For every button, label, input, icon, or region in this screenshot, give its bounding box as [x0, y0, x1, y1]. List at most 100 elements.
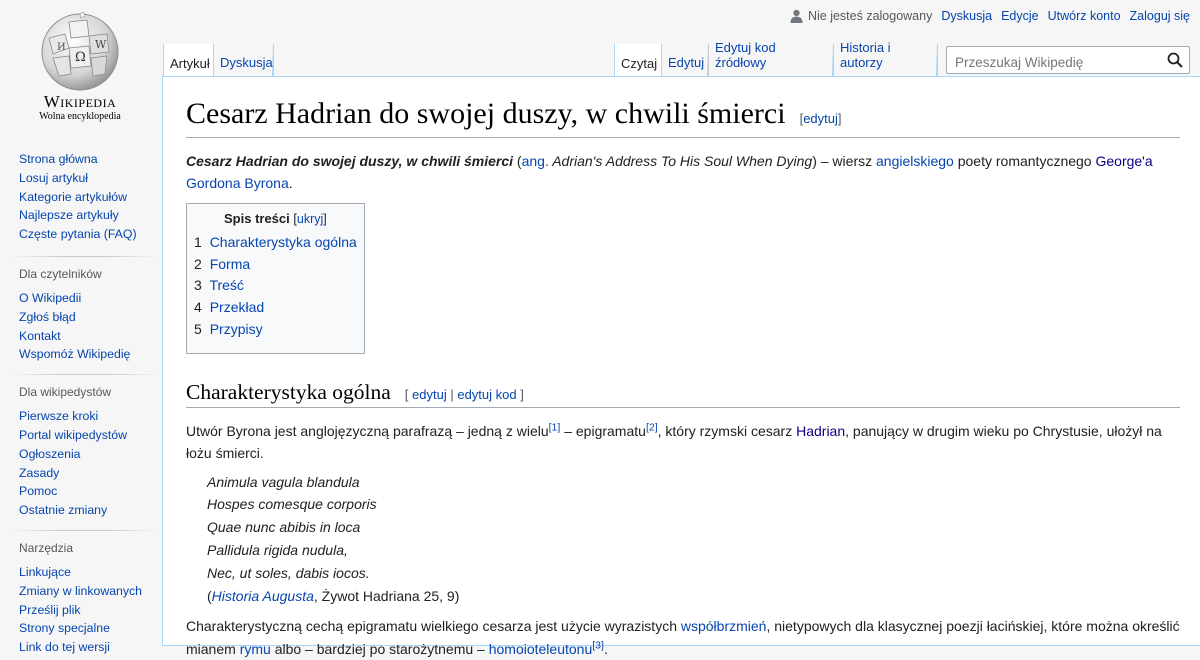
personal-talk-link[interactable]: Dyskusja — [941, 9, 992, 23]
sidebar-item-faq[interactable]: Częste pytania (FAQ) — [19, 225, 160, 244]
wikipedia-globe-icon: Ω W И — [41, 11, 119, 91]
paragraph-text: – epigramatu — [560, 422, 646, 439]
logo-tagline: Wolna encyklopedia — [39, 111, 121, 122]
tab-edit-source[interactable]: Edytuj kod źródłowy — [709, 40, 834, 76]
tab-edit[interactable]: Edytuj — [662, 44, 709, 76]
toc-item[interactable]: 3 Treść — [194, 275, 357, 297]
toc-toggle-link[interactable]: ukryj — [297, 212, 323, 226]
page-title-text: Cesarz Hadrian do swojej duszy, w chwili… — [186, 97, 786, 130]
sidebar-item-policies[interactable]: Zasady — [19, 464, 160, 483]
consonance-link[interactable]: współbrzmień — [681, 618, 767, 634]
intro-paragraph: Cesarz Hadrian do swojej duszy, w chwili… — [186, 150, 1180, 195]
lang-link[interactable]: ang. — [522, 153, 549, 169]
tab-article[interactable]: Artykuł — [163, 44, 213, 77]
rhyme-link[interactable]: rymu — [240, 641, 271, 657]
sidebar-divider — [10, 255, 160, 257]
original-title: Adrian's Address To His Soul When Dying — [548, 153, 813, 169]
user-icon — [790, 9, 803, 23]
sidebar-tools: Narzędzia Linkujące Zmiany w linkowanych… — [19, 541, 160, 657]
logo-wordmark: Wikipedia — [43, 92, 117, 111]
search-input[interactable] — [953, 51, 1162, 73]
sidebar-item-report-error[interactable]: Zgłoś błąd — [19, 308, 160, 327]
reference-link[interactable]: [2] — [646, 421, 658, 433]
tab-edit-label: Edytuj — [668, 55, 705, 70]
personal-contributions-link[interactable]: Edycje — [1001, 9, 1039, 23]
sidebar-item-what-links-here[interactable]: Linkujące — [19, 563, 160, 582]
sidebar-item-community-portal[interactable]: Portal wikipedystów — [19, 426, 160, 445]
paragraph-text: albo – bardziej po starożytnemu – — [270, 640, 489, 657]
sidebar-item-first-steps[interactable]: Pierwsze kroki — [19, 407, 160, 426]
paragraph-text: . — [603, 640, 608, 657]
toc-link[interactable]: Przypisy — [210, 321, 263, 337]
sidebar-item-special-pages[interactable]: Strony specjalne — [19, 619, 160, 638]
search-icon[interactable] — [1167, 52, 1183, 68]
section-edit-source-link[interactable]: edytuj kod — [457, 387, 516, 402]
wikipedia-logo[interactable]: Ω W И Wikipedia Wolna encyklopedia — [0, 0, 160, 140]
sidebar-readers: Dla czytelników O Wikipedii Zgłoś błąd K… — [19, 267, 160, 364]
toc-item[interactable]: 1 Charakterystyka ogólna — [194, 232, 357, 254]
historia-augusta-link[interactable]: Historia Augusta — [212, 588, 314, 604]
poem-line: Nec, ut soles, dabis iocos. — [207, 564, 370, 581]
section-edit-links: [ edytuj | edytuj kod ] — [404, 386, 524, 402]
poem-line: Quae nunc abibis in loca — [207, 519, 361, 536]
sidebar-item-upload-file[interactable]: Prześlij plik — [19, 601, 160, 620]
homoioteleuton-link[interactable]: homoioteleutonu — [489, 641, 593, 657]
log-in-link[interactable]: Zaloguj się — [1130, 9, 1190, 23]
paragraph-text: , który rzymski cesarz — [657, 422, 797, 439]
tab-history[interactable]: Historia i autorzy — [834, 40, 938, 76]
toc-item[interactable]: 5 Przypisy — [194, 319, 357, 341]
sidebar-readers-heading: Dla czytelników — [19, 266, 102, 281]
page-title: Cesarz Hadrian do swojej duszy, w chwili… — [186, 97, 1180, 138]
reference-link[interactable]: [3] — [592, 639, 604, 651]
sidebar-item-main-page[interactable]: Strona główna — [19, 150, 160, 169]
toc-link[interactable]: Przekład — [210, 299, 264, 315]
tab-article-label: Artykuł — [170, 56, 210, 71]
sidebar: Strona główna Losuj artykuł Kategorie ar… — [0, 150, 160, 657]
sidebar-item-announcements[interactable]: Ogłoszenia — [19, 445, 160, 464]
author-link[interactable]: George'a — [1095, 153, 1152, 169]
sidebar-item-help[interactable]: Pomoc — [19, 482, 160, 501]
create-account-link[interactable]: Utwórz konto — [1048, 9, 1121, 23]
personal-tools: Nie jesteś zalogowany Dyskusja Edycje Ut… — [790, 9, 1190, 23]
toc-title: Spis treści [ukryj] — [194, 211, 357, 226]
reference-link[interactable]: [1] — [549, 421, 561, 433]
toc-number: 4 — [194, 299, 202, 316]
sidebar-item-donate[interactable]: Wspomóż Wikipedię — [19, 345, 160, 364]
tab-talk[interactable]: Dyskusja — [213, 44, 274, 76]
toc-link[interactable]: Treść — [209, 277, 243, 293]
title-edit-link[interactable]: edytuj — [803, 111, 838, 126]
toc-item[interactable]: 4 Przekład — [194, 297, 357, 319]
tab-read[interactable]: Czytaj — [614, 44, 662, 77]
poem-block: Animula vagula blandula Hospes comesque … — [207, 471, 1200, 608]
author-name-link[interactable]: Gordona Byrona — [186, 175, 289, 191]
toc-item[interactable]: 2 Forma — [194, 254, 357, 276]
sidebar-item-random[interactable]: Losuj artykuł — [19, 169, 160, 188]
toc-link[interactable]: Charakterystyka ogólna — [210, 234, 357, 250]
sidebar-item-related-changes[interactable]: Zmiany w linkowanych — [19, 582, 160, 601]
article-content: Cesarz Hadrian do swojej duszy, w chwili… — [162, 76, 1200, 657]
sidebar-item-permanent-link[interactable]: Link do tej wersji — [19, 638, 160, 657]
english-link[interactable]: angielskiego — [876, 153, 954, 169]
anonymous-status: Nie jesteś zalogowany — [790, 9, 932, 23]
sidebar-tools-heading: Narzędzia — [19, 540, 74, 555]
toc-toggle: [ukryj] — [293, 211, 327, 226]
sidebar-editors: Dla wikipedystów Pierwsze kroki Portal w… — [19, 385, 160, 520]
sidebar-item-recent-changes[interactable]: Ostatnie zmiany — [19, 501, 160, 520]
poem-line: Pallidula rigida nudula, — [207, 542, 348, 558]
source-text: , Żywot Hadriana 25, 9) — [313, 587, 460, 604]
toc-number: 3 — [194, 277, 202, 294]
paragraph-text: Utwór Byrona jest anglojęzyczną parafraz… — [186, 422, 549, 439]
sidebar-item-featured[interactable]: Najlepsze artykuły — [19, 206, 160, 225]
section-edit-link[interactable]: edytuj — [412, 387, 447, 402]
svg-text:W: W — [95, 38, 107, 51]
tab-edit-source-label: Edytuj kod źródłowy — [715, 40, 776, 70]
toc-number: 1 — [194, 233, 202, 250]
intro-bold-title: Cesarz Hadrian do swojej duszy, w chwili… — [186, 153, 514, 169]
hadrian-link[interactable]: Hadrian — [796, 423, 845, 439]
sidebar-item-contact[interactable]: Kontakt — [19, 327, 160, 346]
sidebar-item-categories[interactable]: Kategorie artykułów — [19, 188, 160, 207]
toc-link[interactable]: Forma — [210, 256, 250, 272]
sidebar-item-about[interactable]: O Wikipedii — [19, 289, 160, 308]
search-box — [946, 46, 1190, 74]
tab-read-label: Czytaj — [621, 56, 658, 71]
